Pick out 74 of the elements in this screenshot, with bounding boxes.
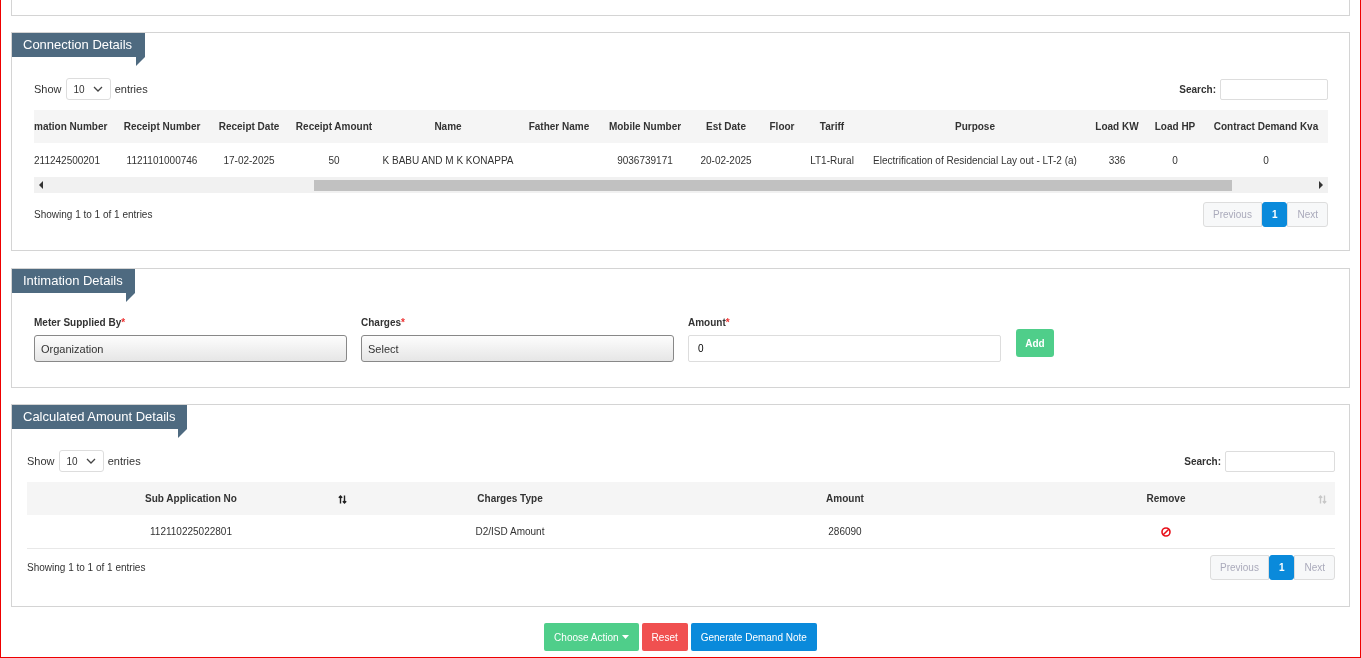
action-button[interactable]: Generate Demand Note — [690, 623, 817, 651]
table-cell-text: 20-02-2025 — [699, 154, 753, 166]
table-cell-text: LT1-Rural — [809, 154, 855, 166]
table-cell-text: 211242500201 — [34, 154, 101, 166]
column-header: Mobile Number — [607, 121, 683, 132]
column-header: Name — [433, 121, 463, 132]
page-button[interactable]: 1 — [1261, 202, 1288, 227]
column-header: Receipt Date — [217, 121, 281, 132]
select-dropdown[interactable]: Organization — [34, 335, 347, 362]
column-header: Purpose — [954, 121, 996, 132]
table-cell-text: 1121101000746 — [125, 154, 199, 166]
scroll-left-icon — [38, 181, 44, 189]
table-cell-text: Electrification of Residencial Lay out - LT-2 (a) — [872, 154, 1078, 166]
entries-dropdown[interactable]: 10 — [58, 450, 104, 472]
column-header: Father Name — [527, 121, 591, 132]
entries-label: entries — [114, 83, 148, 95]
column-header: Tariff — [818, 121, 846, 132]
column-header: Load HP — [1153, 121, 1197, 132]
column-header: Remove — [1146, 493, 1186, 504]
table-cell-text: 50 — [327, 154, 341, 166]
table-cell-text: D2/ISD Amount — [474, 526, 546, 537]
column-header: Charges Type — [477, 493, 543, 504]
dropdown-button[interactable]: Choose Action — [544, 623, 639, 651]
required-mark: * — [401, 317, 405, 328]
search-field[interactable] — [1225, 450, 1335, 472]
column-header: mation Number — [34, 121, 109, 132]
section-title: Connection Details — [12, 33, 146, 57]
scroll-right-icon — [1318, 181, 1324, 189]
field-label: Meter Supplied By — [34, 317, 122, 328]
table-info: Showing 1 to 1 of 1 entries — [34, 209, 153, 220]
table-cell-text: 336 — [1107, 154, 1127, 166]
table-cell-text: 17-02-2025 — [222, 154, 276, 166]
column-header: Amount — [826, 493, 864, 504]
required-mark: * — [725, 317, 730, 328]
table-cell-text: 112110225022801 — [149, 526, 233, 537]
entries-dropdown[interactable]: 10 — [65, 78, 111, 100]
table-info: Showing 1 to 1 of 1 entries — [27, 562, 146, 573]
entries-label: entries — [107, 455, 141, 467]
scrollbar-thumb[interactable] — [313, 180, 1232, 191]
chevron-down-icon — [92, 86, 103, 92]
tag-fold — [136, 57, 146, 66]
column-header: Sub Application No — [145, 493, 237, 504]
select-dropdown[interactable]: Select — [361, 335, 674, 362]
column-header: Floor — [768, 121, 796, 132]
table-cell-text: 0 — [1171, 154, 1179, 166]
add-button[interactable]: Add — [1016, 329, 1054, 357]
section-title: Intimation Details — [12, 269, 135, 293]
tag-fold — [125, 293, 135, 302]
show-label: Show — [34, 83, 62, 95]
search-label: Search: — [1184, 455, 1221, 467]
search-field[interactable] — [1220, 78, 1328, 100]
search-label: Search: — [1179, 83, 1216, 95]
table-cell-text: 286090 — [827, 526, 863, 537]
field-label: Amount — [688, 317, 726, 328]
action-button[interactable]: Reset — [641, 623, 688, 651]
table-cell-text: 0 — [1262, 154, 1270, 166]
input-field[interactable]: 0 — [688, 335, 1001, 362]
horizontal-scrollbar[interactable] — [34, 177, 1328, 193]
page-button[interactable]: 1 — [1268, 555, 1295, 580]
column-header: Receipt Amount — [294, 121, 374, 132]
caret-icon — [621, 635, 629, 639]
field-label: Charges — [361, 317, 401, 328]
column-header: Contract Demand Kva — [1212, 121, 1320, 132]
section-title: Calculated Amount Details — [12, 405, 188, 429]
column-header: Est Date — [705, 121, 747, 132]
column-header: Receipt Number — [122, 121, 202, 132]
chevron-down-icon — [85, 458, 96, 464]
table-cell-text: 9036739171 — [616, 154, 674, 166]
show-label: Show — [27, 455, 55, 467]
remove-icon[interactable] — [1161, 526, 1171, 537]
table-cell-text: K BABU AND M K KONAPPA — [381, 154, 515, 166]
required-mark: * — [121, 317, 126, 328]
tag-fold — [178, 429, 188, 438]
column-header: Load KW — [1094, 121, 1140, 132]
